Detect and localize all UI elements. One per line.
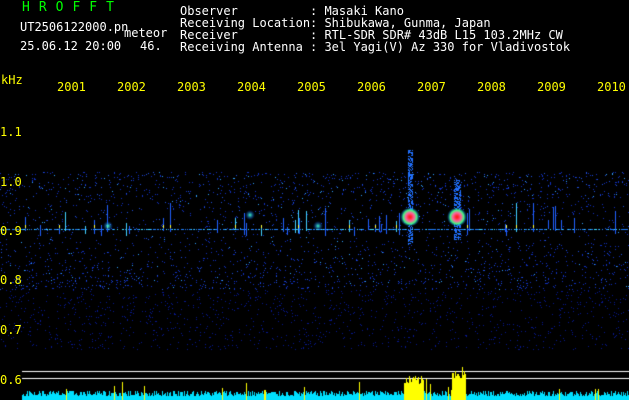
- mode-label: meteor: [124, 26, 168, 40]
- count-label: 46.: [140, 39, 162, 53]
- spectrogram-canvas: [0, 0, 629, 400]
- info-value-antenna: : 3el Yagi(V) Az 330 for Vladivostok: [310, 40, 571, 54]
- info-label-antenna: Receiving Antenna: [180, 40, 303, 54]
- y-tick-label: 1.0: [0, 175, 22, 189]
- x-tick-label: 2010: [597, 80, 626, 94]
- y-tick-label: 1.1: [0, 125, 22, 139]
- datetime-label: 25.06.12 20:00: [20, 39, 122, 53]
- x-tick-label: 2009: [537, 80, 566, 94]
- x-tick-label: 2006: [357, 80, 386, 94]
- x-tick-label: 2007: [417, 80, 446, 94]
- filename-label: UT2506122000.pn: [20, 20, 129, 34]
- y-tick-label: 0.8: [0, 273, 22, 287]
- axis-unit-label: kHz: [1, 73, 23, 87]
- x-tick-label: 2003: [177, 80, 206, 94]
- x-tick-label: 2001: [57, 80, 86, 94]
- brand-title: HROFFT: [22, 0, 123, 15]
- x-tick-label: 2004: [237, 80, 266, 94]
- y-tick-label: 0.9: [0, 224, 22, 238]
- y-tick-label: 0.6: [0, 373, 22, 387]
- x-tick-label: 2008: [477, 80, 506, 94]
- y-tick-label: 0.7: [0, 323, 22, 337]
- x-tick-label: 2002: [117, 80, 146, 94]
- x-tick-label: 2005: [297, 80, 326, 94]
